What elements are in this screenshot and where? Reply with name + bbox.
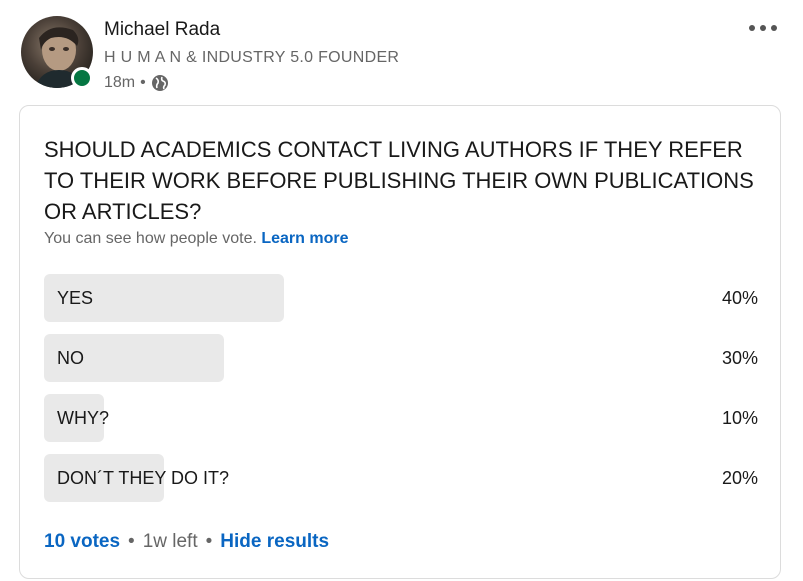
footer-separator: • (128, 531, 135, 552)
poll-option-label: YES (57, 288, 94, 308)
poll-option[interactable]: NO 30% (44, 334, 758, 382)
poll-option[interactable]: DON´T THEY DO IT? 20% (44, 454, 758, 502)
time-left: 1w left (142, 531, 198, 552)
post-meta: 18m • (104, 72, 169, 94)
poll-option-label: WHY? (57, 408, 110, 428)
learn-more-link[interactable]: Learn more (261, 230, 348, 247)
post-time: 18m (104, 74, 136, 91)
poll-option[interactable]: WHY? 10% (44, 394, 758, 442)
footer-separator: • (205, 531, 213, 552)
more-options-button[interactable] (745, 16, 781, 40)
globe-icon (151, 74, 169, 92)
poll-option[interactable]: YES 40% (44, 274, 758, 322)
poll-option-label: NO (57, 348, 84, 368)
more-horizontal-icon (749, 25, 777, 31)
online-status-indicator (71, 67, 93, 89)
poll-option-percent: 30% (721, 348, 758, 368)
meta-separator: • (140, 74, 146, 91)
poll-footer: 10 votes • 1w left • Hide results (44, 530, 329, 554)
poll-visibility-note: You can see how people vote. Learn more (44, 230, 349, 248)
poll-option-percent: 40% (721, 288, 758, 308)
poll-card: SHOULD ACADEMICS CONTACT LIVING AUTHORS … (19, 105, 781, 579)
visibility-note-text: You can see how people vote. (44, 230, 257, 247)
author-headline: H U M A N & INDUSTRY 5.0 FOUNDER (104, 49, 400, 66)
votes-count-link[interactable]: 10 votes (44, 531, 120, 553)
hide-results-button[interactable]: Hide results (220, 531, 329, 553)
poll-option-percent: 20% (721, 468, 758, 488)
poll-option-label: DON´T THEY DO IT? (57, 468, 230, 488)
poll-question: SHOULD ACADEMICS CONTACT LIVING AUTHORS … (44, 137, 754, 224)
poll-option-percent: 10% (721, 408, 758, 428)
author-name[interactable]: Michael Rada (104, 19, 220, 41)
post-header: Michael Rada H U M A N & INDUSTRY 5.0 FO… (0, 0, 803, 100)
